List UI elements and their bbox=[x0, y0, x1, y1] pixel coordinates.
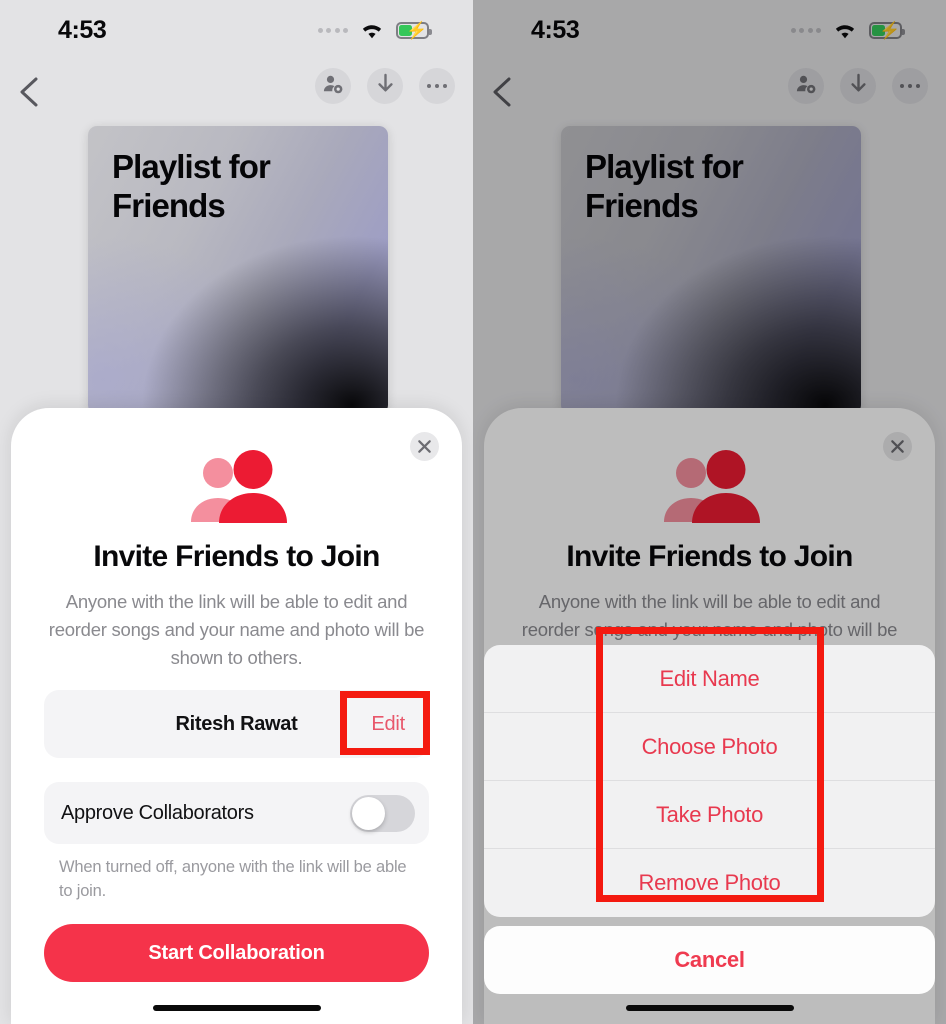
wifi-icon bbox=[832, 21, 858, 40]
collaborate-button[interactable] bbox=[315, 68, 351, 104]
annotation-box-photo-menu bbox=[596, 627, 824, 902]
playlist-artwork: Playlist for Friends bbox=[88, 126, 388, 414]
download-arrow-icon bbox=[849, 73, 868, 99]
two-people-icon bbox=[11, 450, 462, 528]
home-indicator bbox=[152, 1005, 321, 1011]
playlist-artwork-title: Playlist for Friends bbox=[585, 148, 744, 224]
person-badge-gear-icon bbox=[795, 74, 817, 99]
signal-dots-icon bbox=[790, 27, 821, 33]
status-bar: 4:53 ⚡ bbox=[473, 0, 946, 60]
nav-actions bbox=[315, 68, 455, 104]
signal-dots-icon bbox=[317, 27, 348, 33]
nav-actions bbox=[788, 68, 928, 104]
status-bar-indicators: ⚡ bbox=[790, 21, 905, 40]
home-indicator bbox=[625, 1005, 794, 1011]
playlist-artwork-title: Playlist for Friends bbox=[112, 148, 271, 224]
approve-collaborators-toggle[interactable] bbox=[350, 794, 415, 832]
sheet-description: Anyone with the link will be able to edi… bbox=[48, 591, 425, 669]
playlist-artwork: Playlist for Friends bbox=[561, 126, 861, 414]
status-bar: 4:53 ⚡ bbox=[0, 0, 473, 60]
sheet-title: Invite Friends to Join bbox=[566, 540, 853, 573]
profile-name-value: Ritesh Rawat bbox=[175, 712, 298, 735]
person-badge-gear-icon bbox=[322, 74, 344, 99]
back-button[interactable] bbox=[14, 70, 48, 114]
phone-panel-right: 4:53 ⚡ Playlist for Friends Invite Frien… bbox=[473, 0, 946, 1024]
download-button[interactable] bbox=[840, 68, 876, 104]
status-bar-clock: 4:53 bbox=[531, 15, 580, 44]
action-cancel-button[interactable]: Cancel bbox=[484, 926, 935, 994]
battery-charging-icon: ⚡ bbox=[869, 21, 905, 39]
battery-charging-icon: ⚡ bbox=[396, 21, 432, 39]
status-bar-indicators: ⚡ bbox=[317, 21, 432, 40]
screenshot-stage: 4:53 ⚡ Playlist for Friends Invite Frien… bbox=[0, 0, 946, 1024]
nav-bar bbox=[0, 68, 473, 118]
back-button[interactable] bbox=[487, 70, 521, 114]
approve-collaborators-label: Approve Collaborators bbox=[61, 801, 254, 824]
approve-collaborators-note: When turned off, anyone with the link wi… bbox=[59, 858, 407, 900]
more-button[interactable] bbox=[419, 68, 455, 104]
nav-bar bbox=[473, 68, 946, 118]
download-arrow-icon bbox=[376, 73, 395, 99]
more-button[interactable] bbox=[892, 68, 928, 104]
sheet-title: Invite Friends to Join bbox=[93, 540, 380, 573]
ellipsis-icon bbox=[426, 83, 448, 89]
annotation-box-edit bbox=[340, 691, 430, 755]
status-bar-clock: 4:53 bbox=[58, 15, 107, 44]
wifi-icon bbox=[359, 21, 385, 40]
two-people-icon bbox=[484, 450, 935, 528]
phone-panel-left: 4:53 ⚡ Playlist for Friends Invite Frien… bbox=[0, 0, 473, 1024]
start-collaboration-button[interactable]: Start Collaboration bbox=[44, 924, 429, 982]
approve-collaborators-row: Approve Collaborators bbox=[44, 782, 429, 844]
download-button[interactable] bbox=[367, 68, 403, 104]
ellipsis-icon bbox=[899, 83, 921, 89]
collaborate-button[interactable] bbox=[788, 68, 824, 104]
